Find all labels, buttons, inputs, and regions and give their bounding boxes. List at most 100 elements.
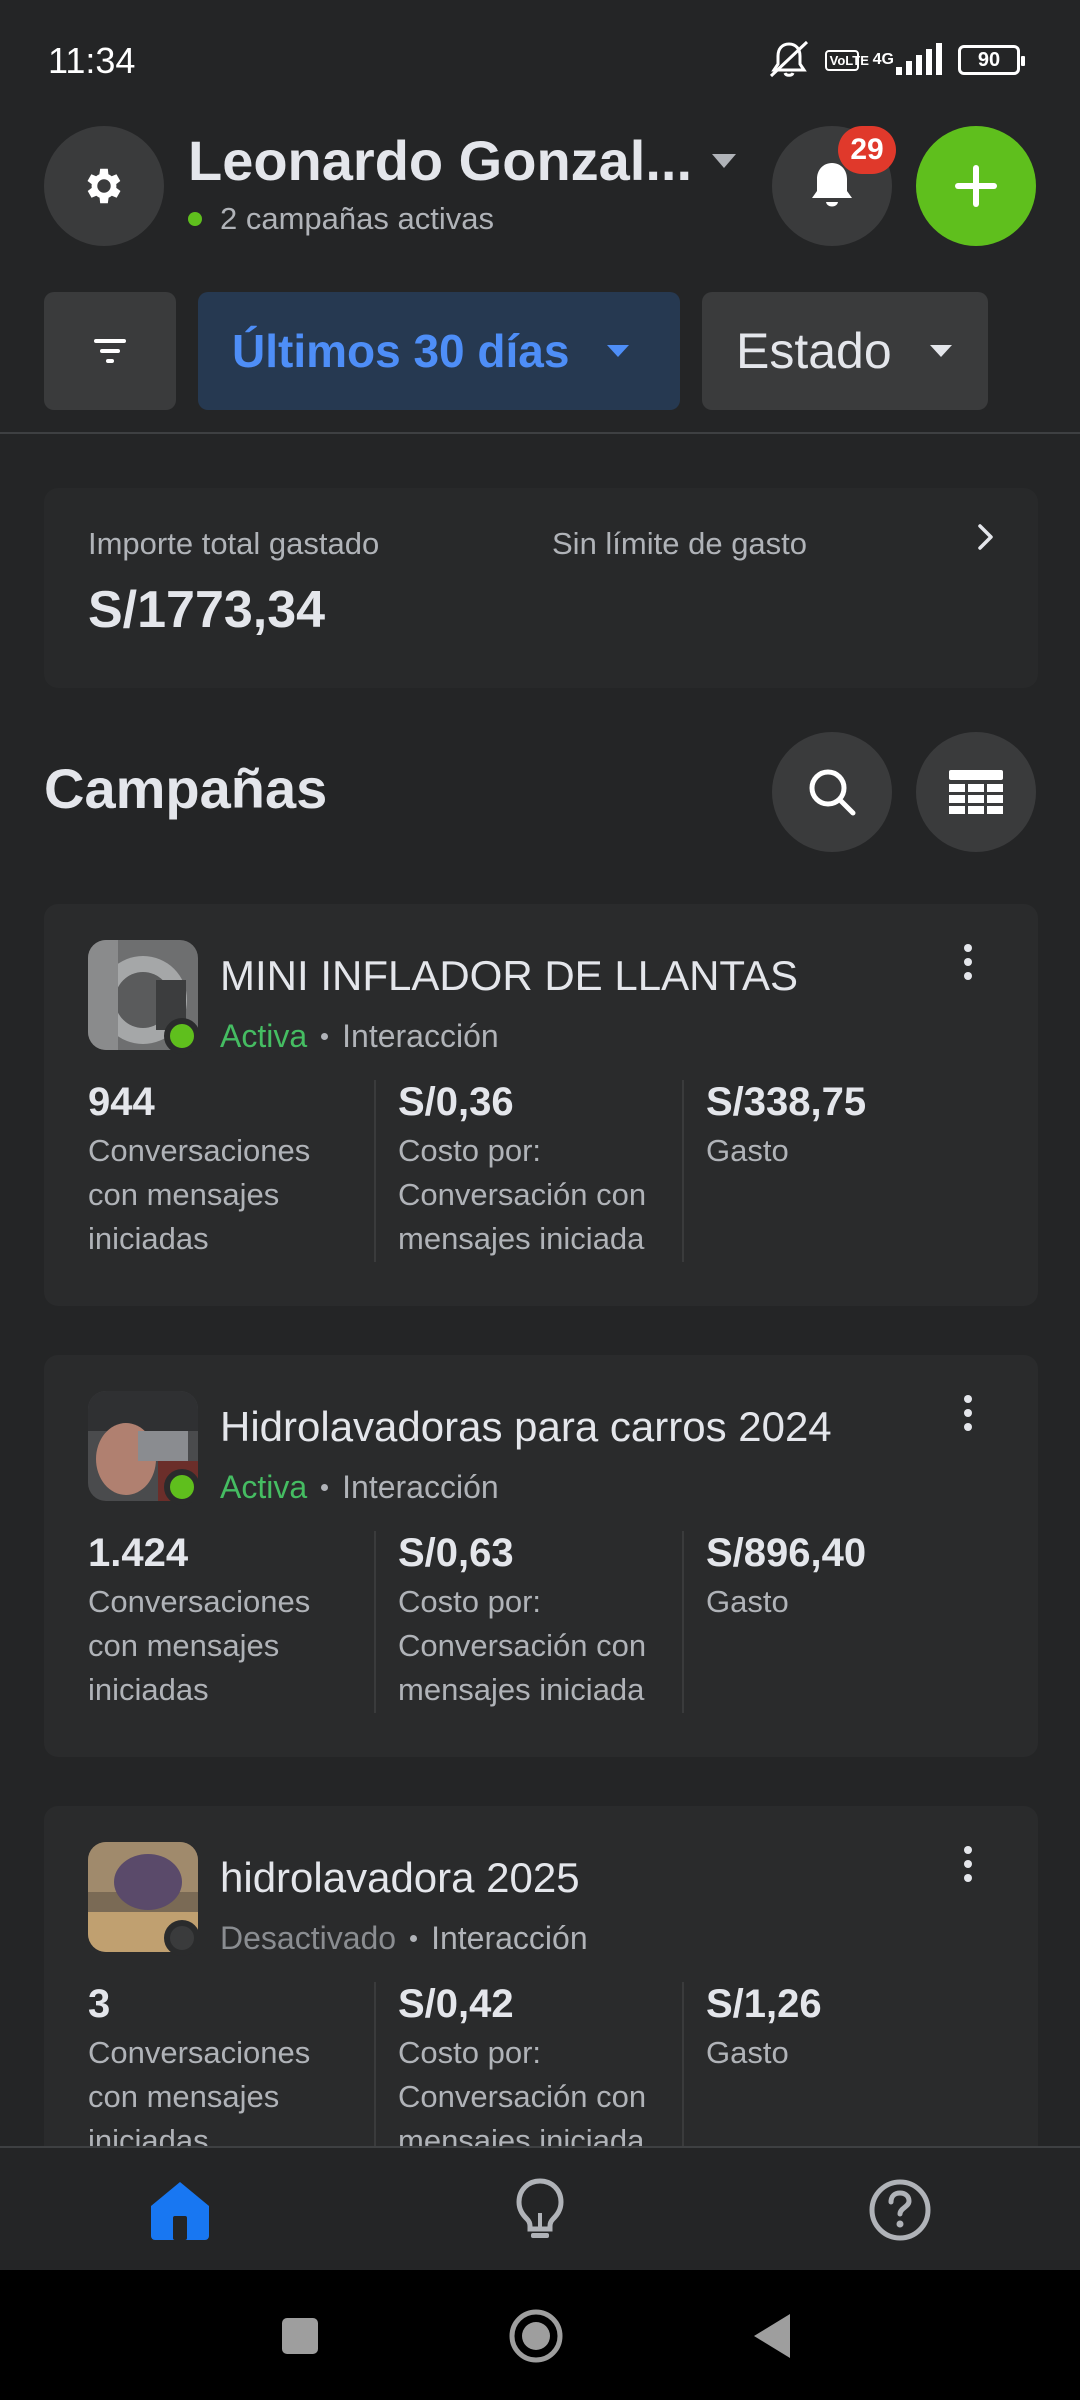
search-button[interactable] <box>772 732 892 852</box>
caret-down-icon <box>712 153 737 168</box>
battery-icon: 90 <box>958 45 1025 75</box>
campaign-type: Interacción <box>342 1469 499 1505</box>
spend-summary-card[interactable]: Importe total gastado S/1773,34 Sin lími… <box>44 488 1038 688</box>
settings-button[interactable] <box>44 126 164 246</box>
status-time: 11:34 <box>48 40 136 81</box>
divider <box>374 1531 376 1713</box>
filter-button[interactable] <box>44 292 176 410</box>
notifications-button[interactable]: 29 <box>772 126 896 246</box>
divider <box>374 1080 376 1262</box>
campaign-status: Activa <box>220 1469 308 1505</box>
filter-icon <box>94 339 126 363</box>
spend-label: Gasto <box>706 1584 789 1619</box>
spend-limit-label: Sin límite de gasto <box>552 526 808 561</box>
nav-home[interactable] <box>144 2174 216 2246</box>
campaign-card[interactable]: MINI INFLADOR DE LLANTAS Activa Interacc… <box>44 904 1038 1306</box>
back-button[interactable] <box>742 2306 802 2366</box>
more-options-button[interactable] <box>948 1844 988 1884</box>
status-dot <box>164 1018 200 1054</box>
status-dot <box>164 1920 200 1956</box>
account-switcher[interactable]: Leonardo Gonzal... 2 campañas activas <box>188 128 748 237</box>
bottom-navigation <box>0 2146 1080 2270</box>
chevron-right-icon <box>978 524 993 550</box>
results-label: Conversaciones con mensajes iniciadas <box>88 1584 311 1707</box>
square-icon <box>282 2318 318 2354</box>
spend-metric: S/1,26 Gasto <box>706 1982 996 2075</box>
home-icon <box>151 2182 209 2240</box>
separator-dot <box>321 1033 329 1040</box>
state-label: Estado <box>736 323 892 379</box>
cost-value: S/0,42 <box>398 1982 514 2026</box>
divider <box>682 1080 684 1262</box>
cost-label: Costo por: Conversación con mensajes ini… <box>398 1584 647 1707</box>
system-navigation-bar <box>0 2270 1080 2400</box>
cost-metric: S/0,36 Costo por: Conversación con mensa… <box>398 1080 678 1261</box>
volte-icon: VoLTE <box>824 49 869 71</box>
nav-ideas[interactable] <box>504 2174 576 2246</box>
network-type: 4G <box>872 51 894 68</box>
date-range-label: Últimos 30 días <box>232 325 570 377</box>
campaign-status: Activa <box>220 1018 308 1054</box>
active-dot <box>188 212 202 226</box>
cost-metric: S/0,42 Costo por: Conversación con mensa… <box>398 1982 678 2146</box>
help-icon <box>869 2179 931 2241</box>
create-campaign-button[interactable] <box>916 126 1036 246</box>
search-icon <box>809 769 856 816</box>
cost-metric: S/0,63 Costo por: Conversación con mensa… <box>398 1531 678 1712</box>
results-label: Conversaciones con mensajes iniciadas <box>88 2035 311 2146</box>
back-triangle-icon <box>754 2314 790 2358</box>
spend-label: Gasto <box>706 1133 789 1168</box>
cost-label: Costo por: Conversación con mensajes ini… <box>398 2035 647 2146</box>
campaign-card[interactable]: hidrolavadora 2025 Desactivado Interacci… <box>44 1806 1038 2146</box>
results-metric: 1.424 Conversaciones con mensajes inicia… <box>88 1531 358 1712</box>
campaign-name: hidrolavadora 2025 <box>220 1854 580 1901</box>
gear-icon <box>87 168 121 204</box>
caret-down-icon <box>607 345 630 357</box>
separator-dot <box>410 1935 418 1942</box>
recents-button[interactable] <box>270 2306 330 2366</box>
status-icons: VoLTE 4G 90 <box>767 40 1025 80</box>
home-button[interactable] <box>506 2306 566 2366</box>
mute-icon <box>767 40 811 80</box>
more-options-button[interactable] <box>948 1393 988 1433</box>
results-metric: 3 Conversaciones con mensajes iniciadas <box>88 1982 358 2146</box>
spend-value: S/338,75 <box>706 1080 867 1124</box>
spend-value: S/1,26 <box>706 1982 822 2026</box>
results-value: 1.424 <box>88 1531 189 1575</box>
cost-value: S/0,36 <box>398 1080 514 1124</box>
table-view-button[interactable] <box>916 732 1036 852</box>
results-value: 3 <box>88 1982 111 2026</box>
results-label: Conversaciones con mensajes iniciadas <box>88 1133 311 1256</box>
table-icon <box>949 770 1003 814</box>
more-options-button[interactable] <box>948 942 988 982</box>
lightbulb-icon <box>516 2178 564 2238</box>
caret-down-icon <box>929 345 952 357</box>
cost-label: Costo por: Conversación con mensajes ini… <box>398 1133 647 1256</box>
results-value: 944 <box>88 1080 155 1124</box>
results-metric: 944 Conversaciones con mensajes iniciada… <box>88 1080 358 1261</box>
state-dropdown[interactable]: Estado <box>702 292 988 410</box>
separator-dot <box>321 1484 329 1491</box>
plus-icon <box>955 165 997 207</box>
total-spent-value: S/1773,34 <box>88 581 326 639</box>
total-spent-label: Importe total gastado <box>88 526 380 561</box>
cost-value: S/0,63 <box>398 1531 514 1575</box>
date-range-dropdown[interactable]: Últimos 30 días <box>198 292 680 410</box>
campaign-name: MINI INFLADOR DE LLANTAS <box>220 952 798 999</box>
status-dot <box>164 1469 200 1505</box>
campaign-type: Interacción <box>342 1018 499 1054</box>
campaign-status: Desactivado <box>220 1920 397 1956</box>
spend-label: Gasto <box>706 2035 789 2070</box>
status-bar: 11:34 VoLTE 4G 90 <box>0 0 1080 120</box>
divider <box>374 1982 376 2146</box>
signal-icon: 4G <box>873 43 944 77</box>
nav-help[interactable] <box>864 2174 936 2246</box>
spend-value: S/896,40 <box>706 1531 867 1575</box>
spend-metric: S/896,40 Gasto <box>706 1531 996 1624</box>
divider <box>0 432 1080 434</box>
divider <box>682 1982 684 2146</box>
campaign-card[interactable]: Hidrolavadoras para carros 2024 Activa I… <box>44 1355 1038 1757</box>
circle-icon <box>509 2309 563 2363</box>
campaigns-title: Campañas <box>44 757 328 820</box>
notification-badge: 29 <box>838 126 896 174</box>
